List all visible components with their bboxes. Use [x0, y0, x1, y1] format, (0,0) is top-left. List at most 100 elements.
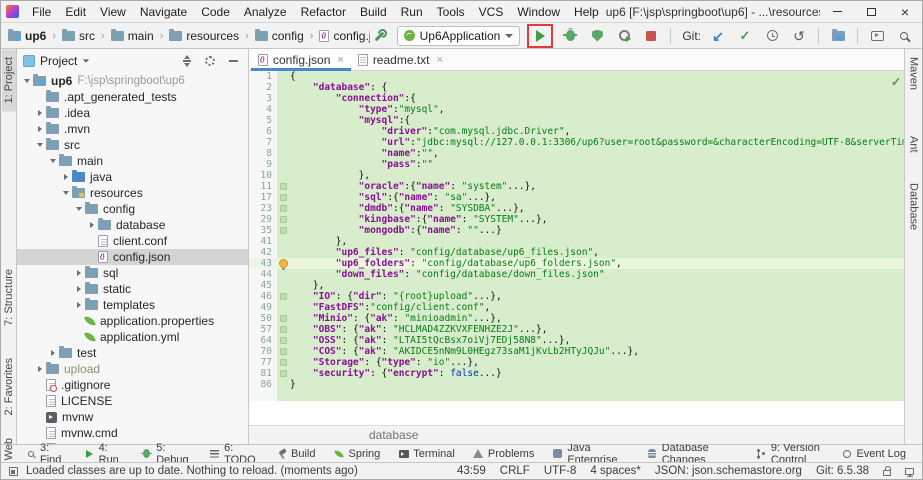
breadcrumb-item-src[interactable]: src: [59, 28, 98, 44]
code-editor[interactable]: 1{2 "database": {3 "connection":{4 "type…: [249, 71, 904, 425]
line-number[interactable]: 86: [249, 379, 277, 390]
maximize-button[interactable]: [854, 1, 888, 22]
menu-code[interactable]: Code: [194, 3, 237, 21]
debug-button[interactable]: [560, 26, 580, 46]
breadcrumb-item-up6[interactable]: up6: [5, 28, 49, 44]
line-number[interactable]: 43: [249, 258, 277, 269]
chevron-collapsed-icon[interactable]: [73, 270, 85, 276]
stripe-tab-web[interactable]: Web: [2, 430, 16, 468]
code-line-41[interactable]: 41 },: [249, 236, 904, 247]
chevron-collapsed-icon[interactable]: [34, 366, 46, 372]
breadcrumb-item-main[interactable]: main: [108, 28, 157, 44]
menu-vcs[interactable]: VCS: [472, 3, 511, 21]
chevron-expanded-icon[interactable]: [21, 79, 33, 83]
chevron-collapsed-icon[interactable]: [73, 286, 85, 292]
lock-icon[interactable]: [883, 470, 891, 476]
tree-item-database[interactable]: database: [17, 217, 248, 233]
tree-item-config[interactable]: config: [17, 201, 248, 217]
line-number[interactable]: 50: [249, 313, 277, 324]
profiler-button[interactable]: [614, 26, 634, 46]
code-line-45[interactable]: 45 },: [249, 280, 904, 291]
toolwindow-button-terminal[interactable]: Terminal: [398, 448, 455, 460]
line-number[interactable]: 70: [249, 346, 277, 357]
code-line-2[interactable]: 2 "database": {: [249, 82, 904, 93]
line-number[interactable]: 1: [249, 71, 277, 82]
code-line-3[interactable]: 3 "connection":{: [249, 93, 904, 104]
line-number[interactable]: 10: [249, 170, 277, 181]
tree-item-upload[interactable]: upload: [17, 361, 248, 377]
fold-marker-icon[interactable]: [277, 324, 290, 335]
tree-item-license[interactable]: LICENSE: [17, 393, 248, 409]
line-number[interactable]: 64: [249, 335, 277, 346]
fold-marker-icon[interactable]: [277, 214, 290, 225]
fold-marker-icon[interactable]: [277, 368, 290, 379]
code-line-5[interactable]: 5 "mysql":{: [249, 115, 904, 126]
tree-item-idea[interactable]: .idea: [17, 105, 248, 121]
line-number[interactable]: 29: [249, 214, 277, 225]
menu-navigate[interactable]: Navigate: [133, 3, 194, 21]
stripe-tab-1-project[interactable]: 1: Project: [2, 49, 16, 111]
fold-marker-icon[interactable]: [277, 181, 290, 192]
stripe-tab-maven[interactable]: Maven: [907, 49, 921, 98]
menu-build[interactable]: Build: [353, 3, 394, 21]
tree-item-client-conf[interactable]: client.conf: [17, 233, 248, 249]
line-number[interactable]: 8: [249, 148, 277, 159]
line-number[interactable]: 3: [249, 93, 277, 104]
run-config-selector[interactable]: Up6Application: [397, 26, 521, 46]
code-line-43[interactable]: 43 "up6_folders": "config/database/up6_f…: [249, 258, 904, 269]
code-line-49[interactable]: 49 "FastDFS":"config/client.conf",: [249, 302, 904, 313]
intention-bulb-icon[interactable]: [277, 258, 290, 269]
run-toolwindow-button[interactable]: [867, 26, 887, 46]
line-number[interactable]: 81: [249, 368, 277, 379]
fold-marker-icon[interactable]: [277, 346, 290, 357]
breadcrumb-item-config[interactable]: config: [252, 28, 307, 44]
menu-tools[interactable]: Tools: [430, 3, 472, 21]
chevron-collapsed-icon[interactable]: [34, 126, 46, 132]
status-git-branch[interactable]: Git: 6.5.38: [816, 465, 869, 477]
menu-edit[interactable]: Edit: [58, 3, 93, 21]
chevron-expanded-icon[interactable]: [47, 159, 59, 163]
code-line-23[interactable]: 23 "dmdb":{"name": "SYSDBA"...},: [249, 203, 904, 214]
line-number[interactable]: 2: [249, 82, 277, 93]
fold-marker-icon[interactable]: [277, 203, 290, 214]
tree-item-static[interactable]: static: [17, 281, 248, 297]
stripe-tab-ant[interactable]: Ant: [907, 128, 921, 161]
code-line-64[interactable]: 64 "OSS": {"ak": "LTAI5tQcBsx7oiVj7EDj58…: [249, 335, 904, 346]
code-line-1[interactable]: 1{: [249, 71, 904, 82]
line-number[interactable]: 17: [249, 192, 277, 203]
code-line-42[interactable]: 42 "up6_files": "config/database/up6_fil…: [249, 247, 904, 258]
code-line-8[interactable]: 8 "name":"",: [249, 148, 904, 159]
toolwindow-button-problems[interactable]: Problems: [473, 448, 534, 460]
tree-item-gitignore[interactable]: .gitignore: [17, 377, 248, 393]
code-line-70[interactable]: 70 "COS": {"ak": "AKIDCE5nNm9L0HEgz73saM…: [249, 346, 904, 357]
code-line-50[interactable]: 50 "Minio": {"ak": "minioadmin"...},: [249, 313, 904, 324]
git-commit-button[interactable]: ✓: [735, 26, 755, 46]
toolwindow-button-event-log[interactable]: Event Log: [841, 448, 906, 460]
line-number[interactable]: 44: [249, 269, 277, 280]
breadcrumb-item-resources[interactable]: resources: [166, 28, 242, 44]
tree-item-main[interactable]: main: [17, 153, 248, 169]
minimize-button[interactable]: [820, 1, 854, 22]
inspections-ok-icon[interactable]: ✓: [891, 75, 901, 89]
code-line-29[interactable]: 29 "kingbase":{"name": "SYSTEM"...},: [249, 214, 904, 225]
tree-item-mvn[interactable]: .mvn: [17, 121, 248, 137]
run-button[interactable]: [530, 26, 550, 46]
code-line-11[interactable]: 11 "oracle":{"name": "system"...},: [249, 181, 904, 192]
fold-marker-icon[interactable]: [277, 357, 290, 368]
project-view-title[interactable]: Project: [40, 54, 77, 68]
tree-item-test[interactable]: test: [17, 345, 248, 361]
code-line-44[interactable]: 44 "down_files": "config/database/down_f…: [249, 269, 904, 280]
editor-tab-readme-txt[interactable]: readme.txt×: [351, 49, 450, 70]
line-number[interactable]: 6: [249, 126, 277, 137]
code-line-35[interactable]: 35 "mongodb":{"name": ""...}: [249, 225, 904, 236]
menu-run[interactable]: Run: [394, 3, 430, 21]
line-number[interactable]: 41: [249, 236, 277, 247]
tree-item-apt-generated-tests[interactable]: .apt_generated_tests: [17, 89, 248, 105]
line-number[interactable]: 46: [249, 291, 277, 302]
tree-item-config-json[interactable]: config.json: [17, 249, 248, 265]
code-line-77[interactable]: 77 "Storage": {"type": "io"...},: [249, 357, 904, 368]
menu-analyze[interactable]: Analyze: [237, 3, 294, 21]
menu-window[interactable]: Window: [510, 3, 567, 21]
tree-item-mvnw[interactable]: mvnw: [17, 409, 248, 425]
collapse-all-button[interactable]: [178, 52, 196, 70]
